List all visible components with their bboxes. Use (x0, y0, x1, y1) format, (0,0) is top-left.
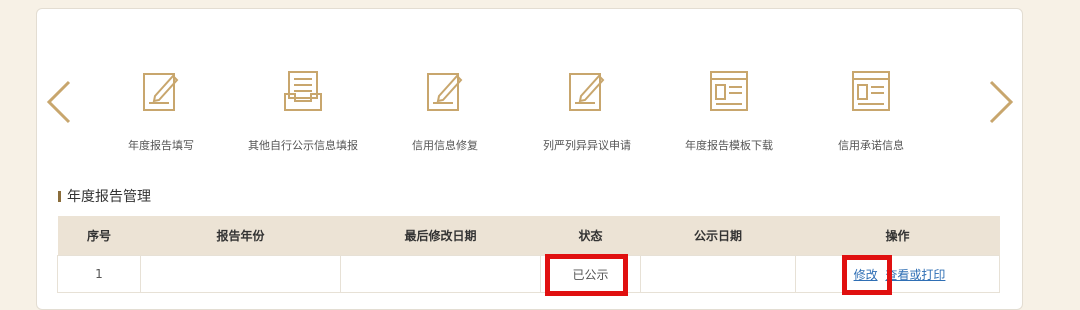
menu-item-label: 信用承诺信息 (838, 139, 904, 152)
edit-document-icon (423, 68, 467, 116)
cell-status: 已公示 (540, 254, 641, 296)
menu-item-label: 其他自行公示信息填报 (248, 139, 358, 152)
menu-item-other-disclosure[interactable]: 其他自行公示信息填报 (228, 68, 378, 158)
menu-item-label: 年度报告填写 (128, 139, 194, 152)
edit-highlight-box (841, 254, 892, 295)
menu-item-label: 年度报告模板下载 (685, 139, 773, 152)
template-window-icon (707, 68, 751, 116)
table-row: 1 已公示 修改 查看或打印 (57, 254, 1000, 296)
template-window-icon (849, 68, 893, 116)
cell-modified (340, 255, 541, 293)
section-title-text: 年度报告管理 (67, 189, 151, 205)
menu-item-label: 信用信息修复 (412, 139, 478, 152)
section-title-marker (58, 190, 61, 202)
menu-item-credit-commitment[interactable]: 信用承诺信息 (796, 68, 946, 158)
menu-item-template-download[interactable]: 年度报告模板下载 (654, 68, 804, 158)
chevron-right-icon[interactable] (987, 80, 1015, 124)
cell-year (140, 255, 341, 293)
menu-item-annual-report-fill[interactable]: 年度报告填写 (86, 68, 236, 158)
edit-document-icon (139, 68, 183, 116)
status-highlight-box (545, 254, 628, 296)
menu-item-credit-repair[interactable]: 信用信息修复 (370, 68, 520, 158)
column-header-index: 序号 (57, 216, 141, 256)
column-header-actions: 操作 (795, 216, 1000, 256)
column-header-year: 报告年份 (140, 216, 341, 256)
annual-report-table: 序号 报告年份 最后修改日期 状态 公示日期 操作 1 已公示 修改 查看或打印 (57, 216, 1000, 296)
section-title: 年度报告管理 (58, 186, 151, 206)
column-header-modified: 最后修改日期 (340, 216, 541, 256)
view-print-link[interactable]: 查看或打印 (885, 268, 945, 282)
menu-item-label: 列严列异异议申请 (543, 139, 631, 152)
column-header-status: 状态 (540, 216, 641, 256)
table-header-row: 序号 报告年份 最后修改日期 状态 公示日期 操作 (57, 216, 1000, 256)
cell-index: 1 (57, 255, 141, 293)
menu-item-objection-request[interactable]: 列严列异异议申请 (512, 68, 662, 158)
inbox-document-icon (281, 68, 325, 116)
cell-actions: 修改 查看或打印 (795, 254, 1000, 295)
chevron-left-icon[interactable] (45, 80, 73, 124)
edit-document-icon (565, 68, 609, 116)
cell-publish-date (640, 255, 796, 293)
column-header-publish-date: 公示日期 (640, 216, 796, 256)
